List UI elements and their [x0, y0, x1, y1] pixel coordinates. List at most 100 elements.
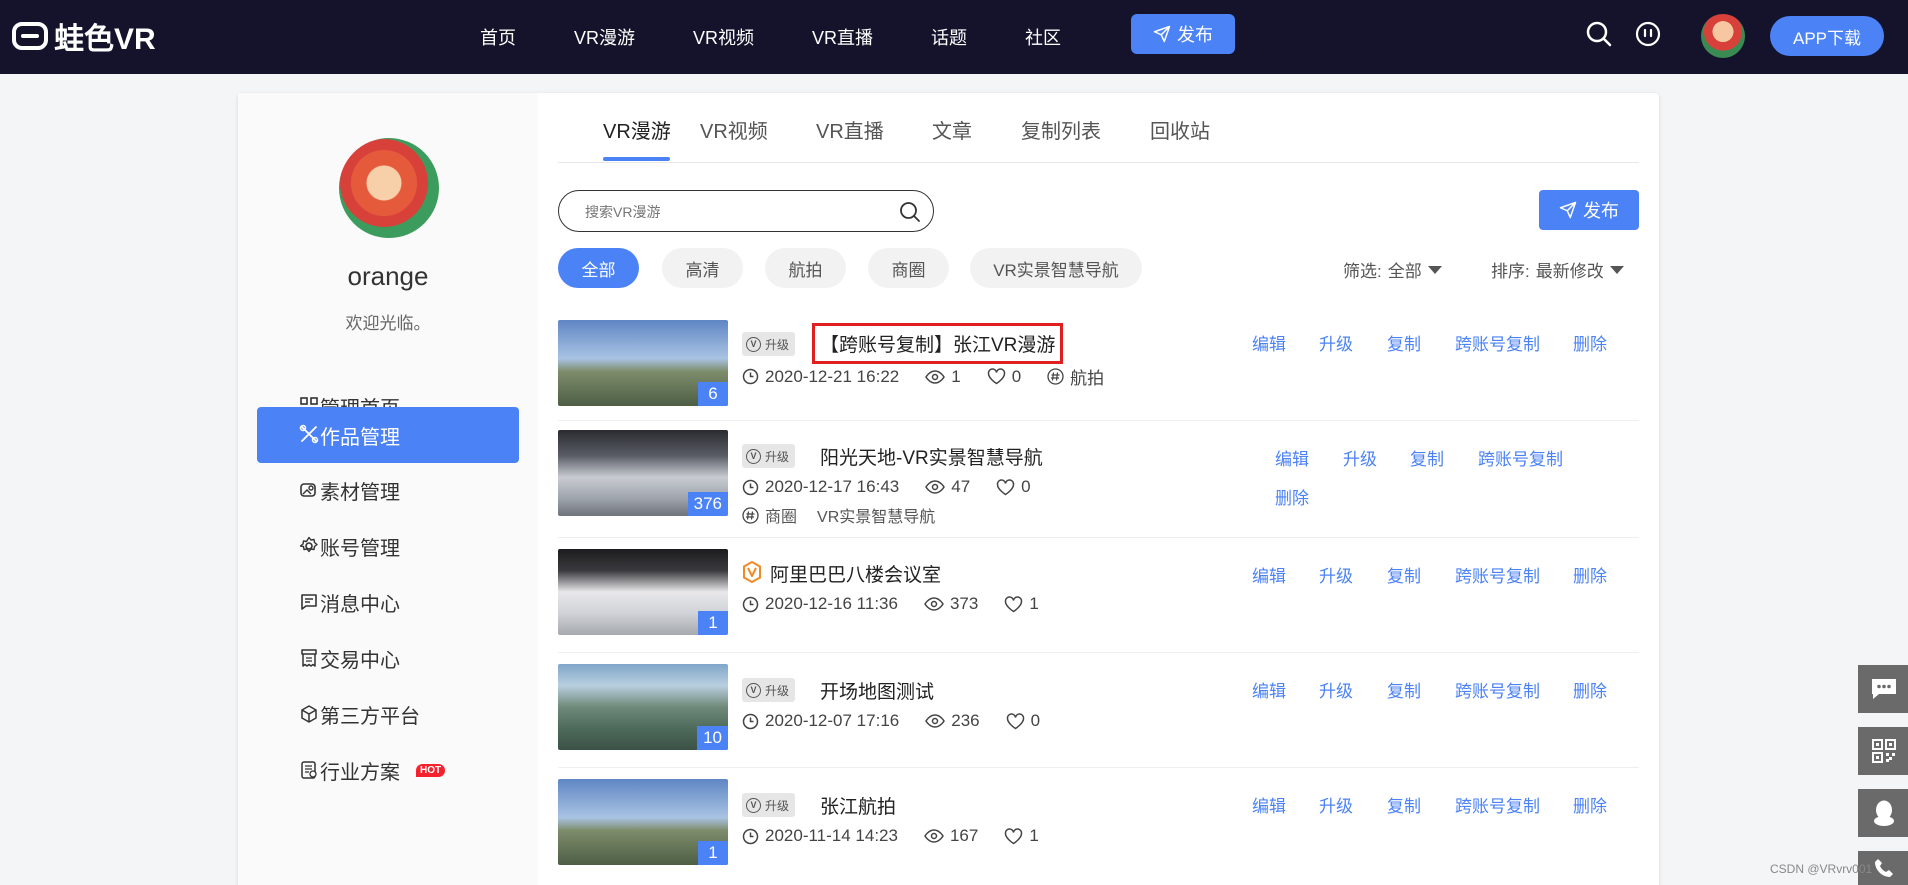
cross-account-copy-button[interactable]: 跨账号复制: [1455, 677, 1540, 702]
work-likes: 0: [1021, 477, 1031, 496]
copy-button[interactable]: 复制: [1387, 677, 1421, 702]
work-thumbnail[interactable]: 6: [558, 320, 728, 406]
delete-button[interactable]: 删除: [1573, 330, 1607, 355]
main-nav: 首页 VR漫游 VR视频 VR直播 话题 社区: [480, 0, 1119, 74]
search-icon[interactable]: [899, 201, 921, 223]
chip-smart-navigation[interactable]: VR实景智慧导航: [970, 248, 1142, 288]
upgrade-button[interactable]: 升级: [1343, 445, 1377, 470]
nav-item-vr-tour[interactable]: VR漫游: [574, 24, 635, 50]
qq-float-button[interactable]: [1858, 789, 1908, 837]
work-title[interactable]: 阿里巴巴八楼会议室: [770, 560, 941, 587]
cross-account-copy-button[interactable]: 跨账号复制: [1478, 445, 1563, 470]
top-navbar: 蛙色VR 首页 VR漫游 VR视频 VR直播 话题 社区 发布 APP下载: [0, 0, 1908, 74]
search-icon[interactable]: [1585, 20, 1613, 48]
feedback-float-button[interactable]: [1858, 665, 1908, 713]
work-thumbnail[interactable]: 1: [558, 779, 728, 865]
v-icon: V: [746, 797, 761, 813]
upgrade-badge: V 升级: [742, 678, 796, 702]
cross-account-copy-button[interactable]: 跨账号复制: [1455, 330, 1540, 355]
phone-icon: [1875, 859, 1893, 877]
sidebar-item-materials[interactable]: 素材管理: [257, 463, 519, 517]
copy-button[interactable]: 复制: [1387, 330, 1421, 355]
content-card: orange 欢迎光临。 管理首页 作品管理 素材管理 账号管理 消息中心 交易…: [238, 93, 1659, 885]
chip-aerial[interactable]: 航拍: [765, 248, 846, 288]
delete-button[interactable]: 删除: [1573, 562, 1607, 587]
work-thumbnail[interactable]: 376: [558, 430, 728, 516]
tab-vr-tour[interactable]: VR漫游: [603, 115, 671, 144]
profile-avatar[interactable]: [339, 138, 439, 238]
welcome-text: 欢迎光临。: [345, 314, 431, 333]
work-title[interactable]: 阳光天地-VR实景智慧导航: [820, 443, 1043, 470]
upgrade-button[interactable]: 升级: [1319, 677, 1353, 702]
chat-icon[interactable]: [1634, 20, 1662, 48]
nav-item-vr-live[interactable]: VR直播: [812, 24, 873, 50]
sidebar-item-label: 交易中心: [320, 649, 400, 672]
sidebar-item-messages[interactable]: 消息中心: [257, 575, 519, 629]
upgrade-button[interactable]: 升级: [1319, 792, 1353, 817]
nav-publish-button[interactable]: 发布: [1131, 14, 1235, 54]
vr-brand-icon: [743, 561, 761, 583]
chip-hd[interactable]: 高清: [662, 248, 743, 288]
work-views: 236: [951, 711, 980, 730]
scene-count: 10: [697, 726, 728, 750]
work-title[interactable]: 【跨账号复制】张江VR漫游: [812, 323, 1064, 364]
tab-recycle-bin[interactable]: 回收站: [1150, 115, 1210, 144]
nav-item-community[interactable]: 社区: [1025, 24, 1061, 50]
sidebar-item-label: 账号管理: [320, 537, 400, 560]
image-icon: [300, 483, 316, 497]
nav-item-vr-video[interactable]: VR视频: [693, 24, 754, 50]
qrcode-float-button[interactable]: [1858, 727, 1908, 775]
user-avatar[interactable]: [1701, 14, 1745, 58]
sidebar-item-third-party[interactable]: 第三方平台: [257, 687, 519, 741]
qq-penguin-icon: [1874, 800, 1894, 826]
work-date: 2020-12-21 16:22: [765, 366, 900, 386]
v-icon: V: [746, 336, 761, 352]
chip-all[interactable]: 全部: [558, 248, 639, 288]
sidebar: orange 欢迎光临。 管理首页 作品管理 素材管理 账号管理 消息中心 交易…: [238, 93, 538, 885]
brand-logo[interactable]: 蛙色VR: [12, 16, 156, 56]
delete-button[interactable]: 删除: [1573, 792, 1607, 817]
tab-articles[interactable]: 文章: [932, 115, 972, 144]
tab-copy-list[interactable]: 复制列表: [1021, 115, 1101, 144]
upgrade-button[interactable]: 升级: [1319, 562, 1353, 587]
publish-button[interactable]: 发布: [1539, 190, 1639, 230]
nav-item-home[interactable]: 首页: [480, 24, 516, 50]
document-icon: [301, 761, 317, 779]
work-thumbnail[interactable]: 1: [558, 549, 728, 635]
delete-button[interactable]: 删除: [1573, 677, 1607, 702]
heart-icon: [996, 478, 1015, 495]
clock-icon: [742, 713, 759, 729]
search-input[interactable]: [585, 201, 885, 223]
sidebar-item-account[interactable]: 账号管理: [257, 519, 519, 573]
work-tag: VR实景智慧导航: [817, 509, 936, 526]
app-download-button[interactable]: APP下载: [1770, 16, 1884, 56]
work-title[interactable]: 张江航拍: [820, 792, 896, 819]
edit-button[interactable]: 编辑: [1252, 677, 1286, 702]
chip-business-district[interactable]: 商圈: [868, 248, 949, 288]
work-meta: 2020-11-14 14:23 167 1: [742, 826, 1039, 846]
work-likes: 1: [1029, 594, 1039, 613]
copy-button[interactable]: 复制: [1410, 445, 1444, 470]
edit-button[interactable]: 编辑: [1275, 445, 1309, 470]
upgrade-badge: V 升级: [742, 444, 796, 468]
edit-button[interactable]: 编辑: [1252, 562, 1286, 587]
sort-dropdown[interactable]: 排序: 最新修改: [1491, 257, 1624, 282]
sidebar-item-works[interactable]: 作品管理: [257, 407, 519, 463]
nav-item-topics[interactable]: 话题: [931, 24, 967, 50]
cross-account-copy-button[interactable]: 跨账号复制: [1455, 562, 1540, 587]
sidebar-item-transactions[interactable]: 交易中心: [257, 631, 519, 685]
edit-button[interactable]: 编辑: [1252, 330, 1286, 355]
copy-button[interactable]: 复制: [1387, 792, 1421, 817]
sidebar-item-solutions[interactable]: 行业方案 HOT: [257, 743, 519, 797]
work-title[interactable]: 开场地图测试: [820, 677, 934, 704]
publish-label: 发布: [1583, 201, 1619, 221]
work-thumbnail[interactable]: 10: [558, 664, 728, 750]
edit-button[interactable]: 编辑: [1252, 792, 1286, 817]
upgrade-button[interactable]: 升级: [1319, 330, 1353, 355]
cross-account-copy-button[interactable]: 跨账号复制: [1455, 792, 1540, 817]
copy-button[interactable]: 复制: [1387, 562, 1421, 587]
tab-vr-video[interactable]: VR视频: [700, 115, 768, 144]
delete-button[interactable]: 删除: [1275, 484, 1309, 509]
filter-dropdown[interactable]: 筛选: 全部: [1343, 257, 1442, 282]
tab-vr-live[interactable]: VR直播: [816, 115, 884, 144]
